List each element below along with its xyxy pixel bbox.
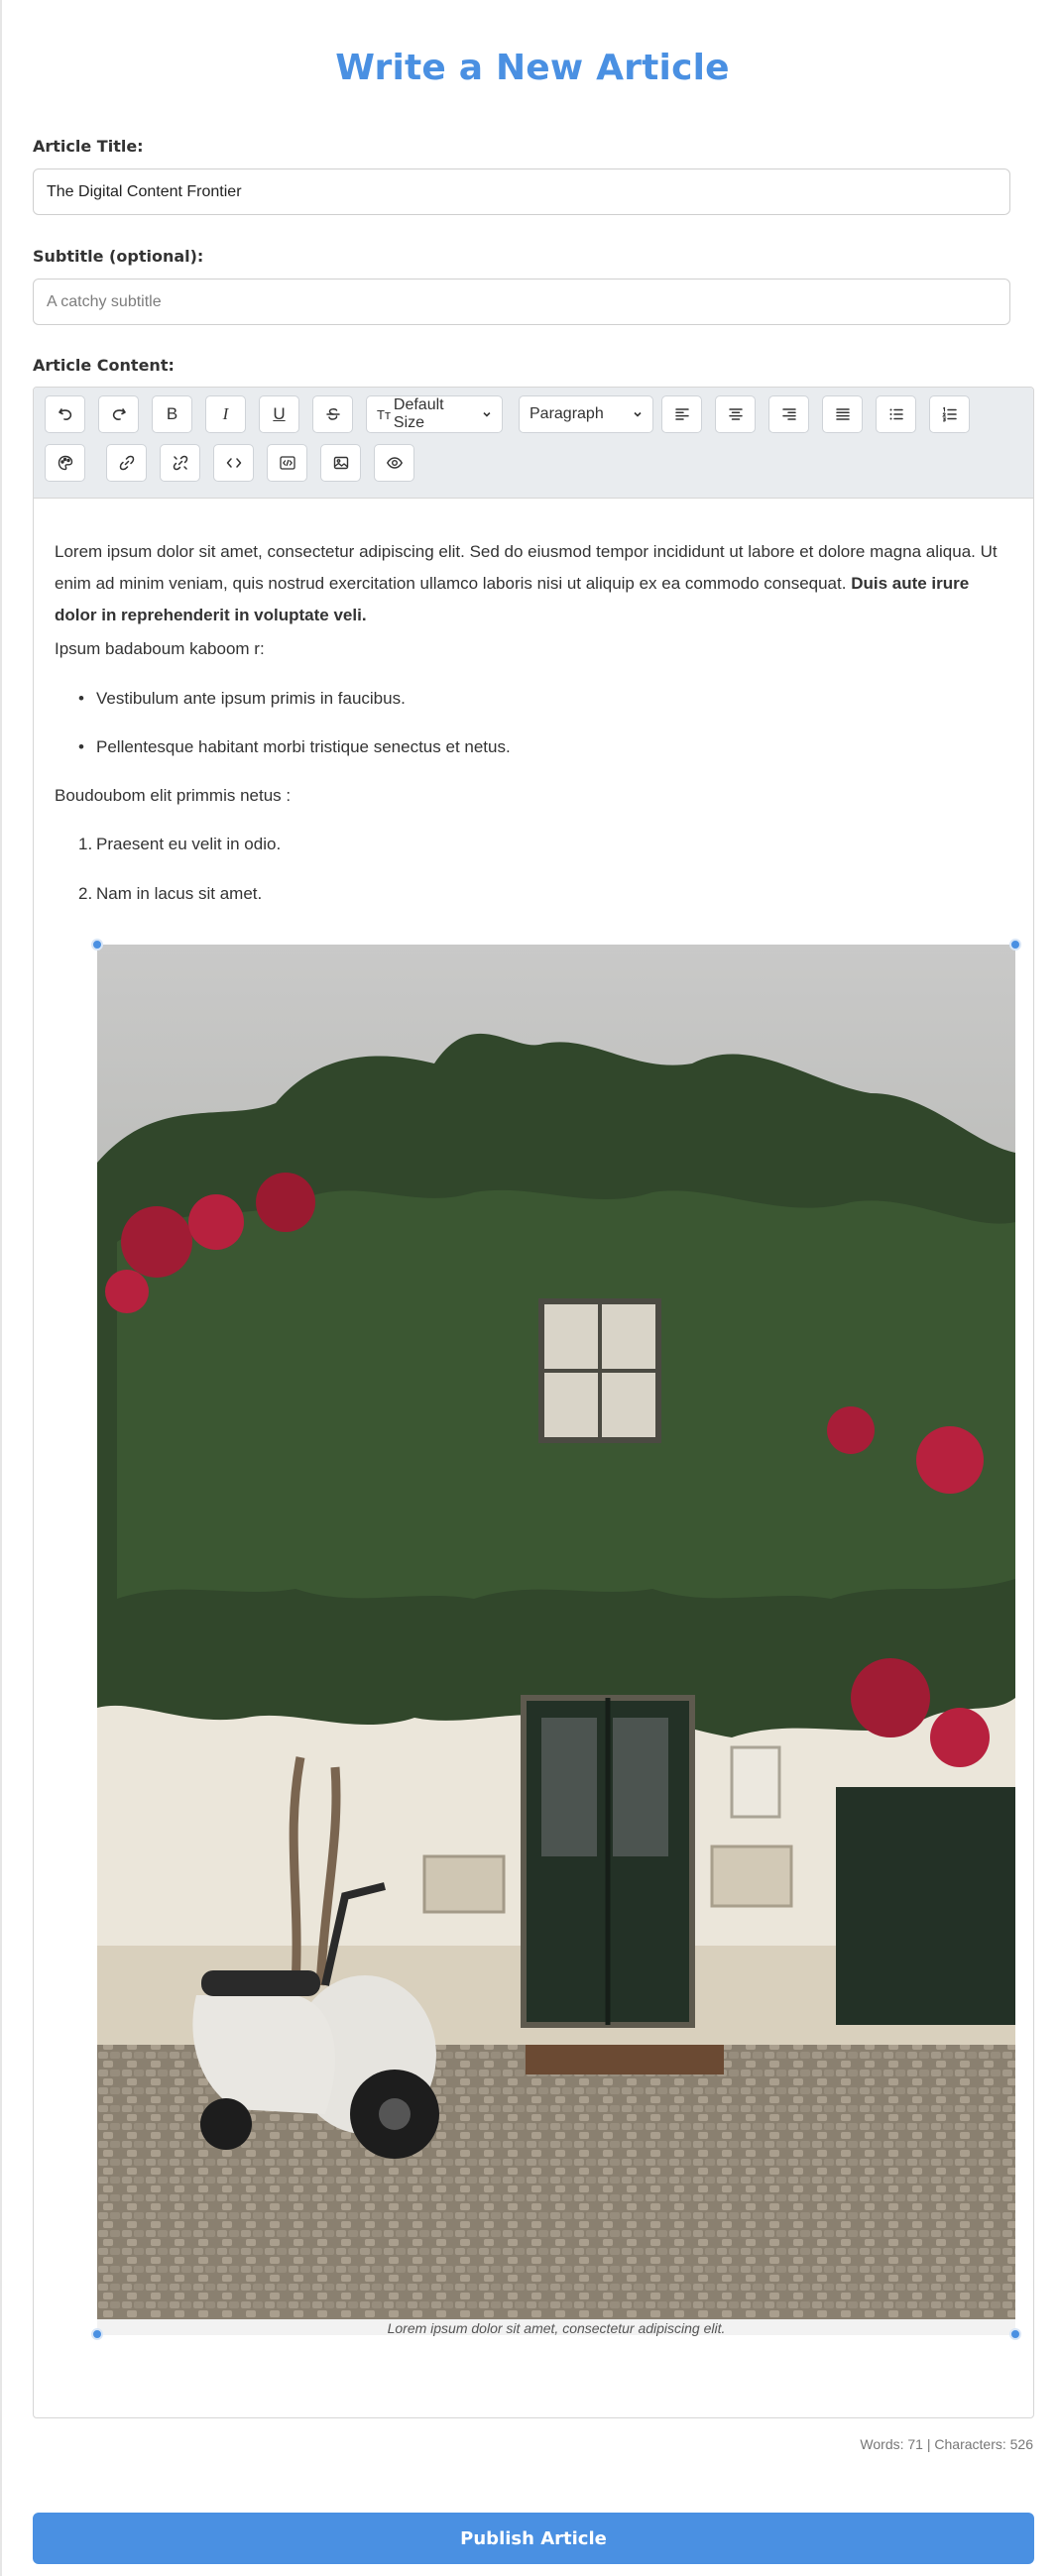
text-color-button[interactable] bbox=[45, 444, 85, 482]
italic-icon: I bbox=[222, 404, 229, 423]
undo-icon bbox=[58, 408, 71, 420]
bold-button[interactable]: B bbox=[152, 395, 192, 433]
bullet-marker: • bbox=[78, 689, 84, 708]
word-character-count: Words: 71 | Characters: 526 bbox=[860, 2436, 1033, 2452]
numbered-list-button[interactable] bbox=[929, 395, 970, 433]
inline-code-button[interactable] bbox=[213, 444, 254, 482]
list-item: 2. Nam in lacus sit amet. bbox=[78, 878, 262, 910]
number-marker: 1. bbox=[78, 835, 93, 853]
block-format-value: Paragraph bbox=[530, 405, 604, 422]
resize-handle-bottom-left[interactable] bbox=[91, 2328, 103, 2340]
resize-handle-top-right[interactable] bbox=[1009, 939, 1021, 951]
block-format-select[interactable]: Paragraph bbox=[519, 395, 653, 433]
subtitle-input[interactable] bbox=[33, 279, 1010, 325]
remove-link-button[interactable] bbox=[160, 444, 200, 482]
page-left-border bbox=[0, 0, 2, 2576]
align-right-icon bbox=[781, 408, 796, 420]
font-size-value: Default Size bbox=[393, 396, 444, 431]
rich-text-editor[interactable]: B I U Tт Default Size Paragraph Lorem ip… bbox=[33, 387, 1034, 2418]
unlink-icon bbox=[173, 455, 187, 471]
underline-button[interactable]: U bbox=[259, 395, 299, 433]
insert-link-button[interactable] bbox=[106, 444, 147, 482]
list-item-text: Pellentesque habitant morbi tristique se… bbox=[96, 737, 511, 756]
bullet-marker: • bbox=[78, 737, 84, 756]
publish-article-button[interactable]: Publish Article bbox=[33, 2513, 1034, 2564]
align-justify-icon bbox=[835, 408, 850, 420]
image-figure[interactable]: Lorem ipsum dolor sit amet, consectetur … bbox=[97, 945, 1015, 2336]
preview-icon bbox=[386, 457, 403, 469]
code-block-icon bbox=[279, 456, 295, 470]
article-title-label: Article Title: bbox=[33, 137, 144, 156]
resize-handle-bottom-right[interactable] bbox=[1009, 2328, 1021, 2340]
street-photo-illustration bbox=[97, 945, 1015, 2319]
list-item-text: Praesent eu velit in odio. bbox=[96, 835, 282, 853]
italic-button[interactable]: I bbox=[205, 395, 246, 433]
numbered-list-icon bbox=[941, 406, 957, 422]
align-center-icon bbox=[728, 408, 743, 420]
align-right-button[interactable] bbox=[768, 395, 809, 433]
undo-button[interactable] bbox=[45, 395, 85, 433]
page-title: Write a New Article bbox=[335, 48, 730, 88]
strikethrough-button[interactable] bbox=[312, 395, 353, 433]
article-title-input[interactable] bbox=[33, 168, 1010, 215]
list-item-text: Nam in lacus sit amet. bbox=[96, 884, 263, 903]
article-image[interactable] bbox=[97, 945, 1015, 2319]
font-size-select[interactable]: Tт Default Size bbox=[366, 395, 503, 433]
align-justify-button[interactable] bbox=[822, 395, 863, 433]
number-marker: 2. bbox=[78, 884, 93, 903]
align-left-button[interactable] bbox=[661, 395, 702, 433]
chevron-down-icon bbox=[483, 411, 491, 417]
list-item: 1. Praesent eu velit in odio. bbox=[78, 829, 281, 860]
content-paragraph: Lorem ipsum dolor sit amet, consectetur … bbox=[55, 536, 1014, 631]
underline-icon: U bbox=[273, 404, 286, 423]
insert-image-button[interactable] bbox=[320, 444, 361, 482]
content-paragraph: Boudoubom elit primmis netus : bbox=[55, 786, 292, 805]
chevron-down-icon bbox=[634, 411, 642, 417]
content-paragraph: Ipsum badaboum kaboom r: bbox=[55, 639, 265, 658]
image-caption[interactable]: Lorem ipsum dolor sit amet, consectetur … bbox=[97, 2320, 1015, 2336]
editor-toolbar: B I U Tт Default Size Paragraph bbox=[34, 388, 1033, 499]
resize-handle-top-left[interactable] bbox=[91, 939, 103, 951]
link-icon bbox=[119, 455, 134, 471]
subtitle-label: Subtitle (optional): bbox=[33, 247, 204, 266]
redo-button[interactable] bbox=[98, 395, 139, 433]
article-content-label: Article Content: bbox=[33, 356, 175, 375]
code-block-button[interactable] bbox=[267, 444, 307, 482]
align-left-icon bbox=[674, 408, 689, 420]
list-item: • Vestibulum ante ipsum primis in faucibu… bbox=[78, 683, 406, 715]
list-item: • Pellentesque habitant morbi tristique s… bbox=[78, 731, 511, 763]
font-size-icon: Tт bbox=[377, 406, 391, 422]
bullet-list-icon bbox=[889, 408, 903, 420]
bullet-list-button[interactable] bbox=[876, 395, 916, 433]
bold-icon: B bbox=[166, 404, 178, 423]
strikethrough-icon bbox=[325, 408, 340, 420]
code-icon bbox=[226, 458, 241, 468]
palette-icon bbox=[58, 455, 72, 471]
redo-icon bbox=[112, 408, 126, 420]
list-item-text: Vestibulum ante ipsum primis in faucibus… bbox=[96, 689, 406, 708]
preview-button[interactable] bbox=[374, 444, 414, 482]
align-center-button[interactable] bbox=[715, 395, 756, 433]
image-icon bbox=[333, 456, 348, 470]
